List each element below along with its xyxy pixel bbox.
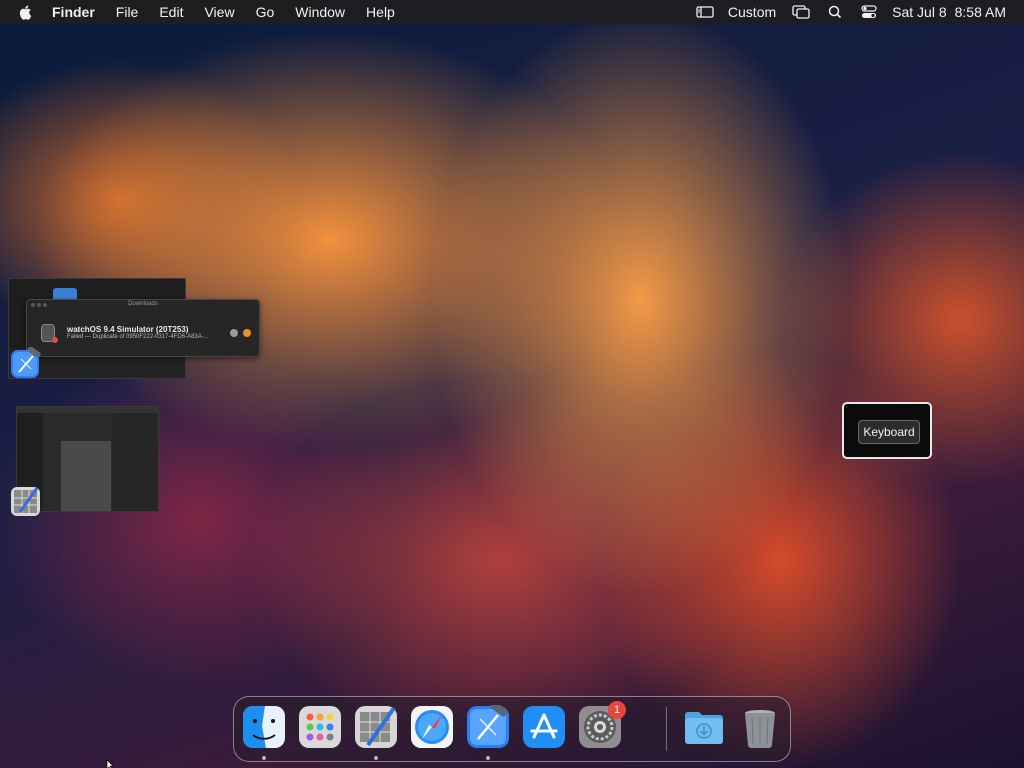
running-indicator xyxy=(486,756,490,760)
mouse-pointer-icon xyxy=(106,760,114,768)
running-indicator xyxy=(374,756,378,760)
spotlight-search-icon[interactable] xyxy=(826,5,844,19)
error-icon xyxy=(52,337,58,343)
xcode-icon[interactable] xyxy=(466,705,510,749)
download-info-button[interactable] xyxy=(230,329,238,337)
download-retry-button[interactable] xyxy=(243,329,251,337)
control-center-icon[interactable] xyxy=(860,5,878,19)
download-item-status: Failed — Duplicate of 0950F222-0317-4FD6… xyxy=(67,334,209,340)
downloads-folder-icon[interactable] xyxy=(682,705,726,749)
xcode-editor-icon xyxy=(11,487,40,516)
keyboard-panel: Keyboard xyxy=(842,402,932,459)
menu-view[interactable]: View xyxy=(204,0,234,24)
dock-separator xyxy=(666,707,667,751)
apple-icon[interactable] xyxy=(18,4,34,20)
menu-edit[interactable]: Edit xyxy=(159,0,183,24)
downloads-window-title: Downloads xyxy=(128,301,158,307)
system-settings-item[interactable]: 1 xyxy=(578,701,626,749)
download-item-name: watchOS 9.4 Simulator (20T253) xyxy=(67,325,189,334)
screen-mirroring-icon[interactable] xyxy=(792,5,810,19)
menu-bar: Finder File Edit View Go Window Help Cus… xyxy=(0,0,1024,24)
trash-icon[interactable] xyxy=(738,705,782,749)
xcode-icon xyxy=(11,347,41,378)
desktop-wallpaper xyxy=(0,0,1024,768)
display-icon[interactable] xyxy=(696,5,714,19)
menu-file[interactable]: File xyxy=(116,0,139,24)
menu-go[interactable]: Go xyxy=(256,0,275,24)
menu-help[interactable]: Help xyxy=(366,0,395,24)
xcode-editor-icon[interactable] xyxy=(354,705,398,749)
window-thumbnail-content xyxy=(61,441,111,511)
dock: 1 xyxy=(233,696,791,762)
launchpad-icon[interactable] xyxy=(298,705,342,749)
safari-icon[interactable] xyxy=(410,705,454,749)
menu-bar-time[interactable]: 8:58 AM xyxy=(955,4,1006,20)
menu-bar-date[interactable]: Sat Jul 8 xyxy=(892,4,946,20)
input-source-label[interactable]: Custom xyxy=(728,4,776,20)
notification-badge: 1 xyxy=(608,701,626,719)
window-thumbnail-content xyxy=(113,413,158,511)
running-indicator xyxy=(262,756,266,760)
finder-icon[interactable] xyxy=(242,705,286,749)
downloads-window[interactable]: Downloads watchOS 9.4 Simulator (20T253)… xyxy=(26,299,260,357)
menu-window[interactable]: Window xyxy=(295,0,345,24)
menu-app-name[interactable]: Finder xyxy=(52,0,95,24)
app-store-icon[interactable] xyxy=(522,705,566,749)
keyboard-button[interactable]: Keyboard xyxy=(858,420,920,444)
